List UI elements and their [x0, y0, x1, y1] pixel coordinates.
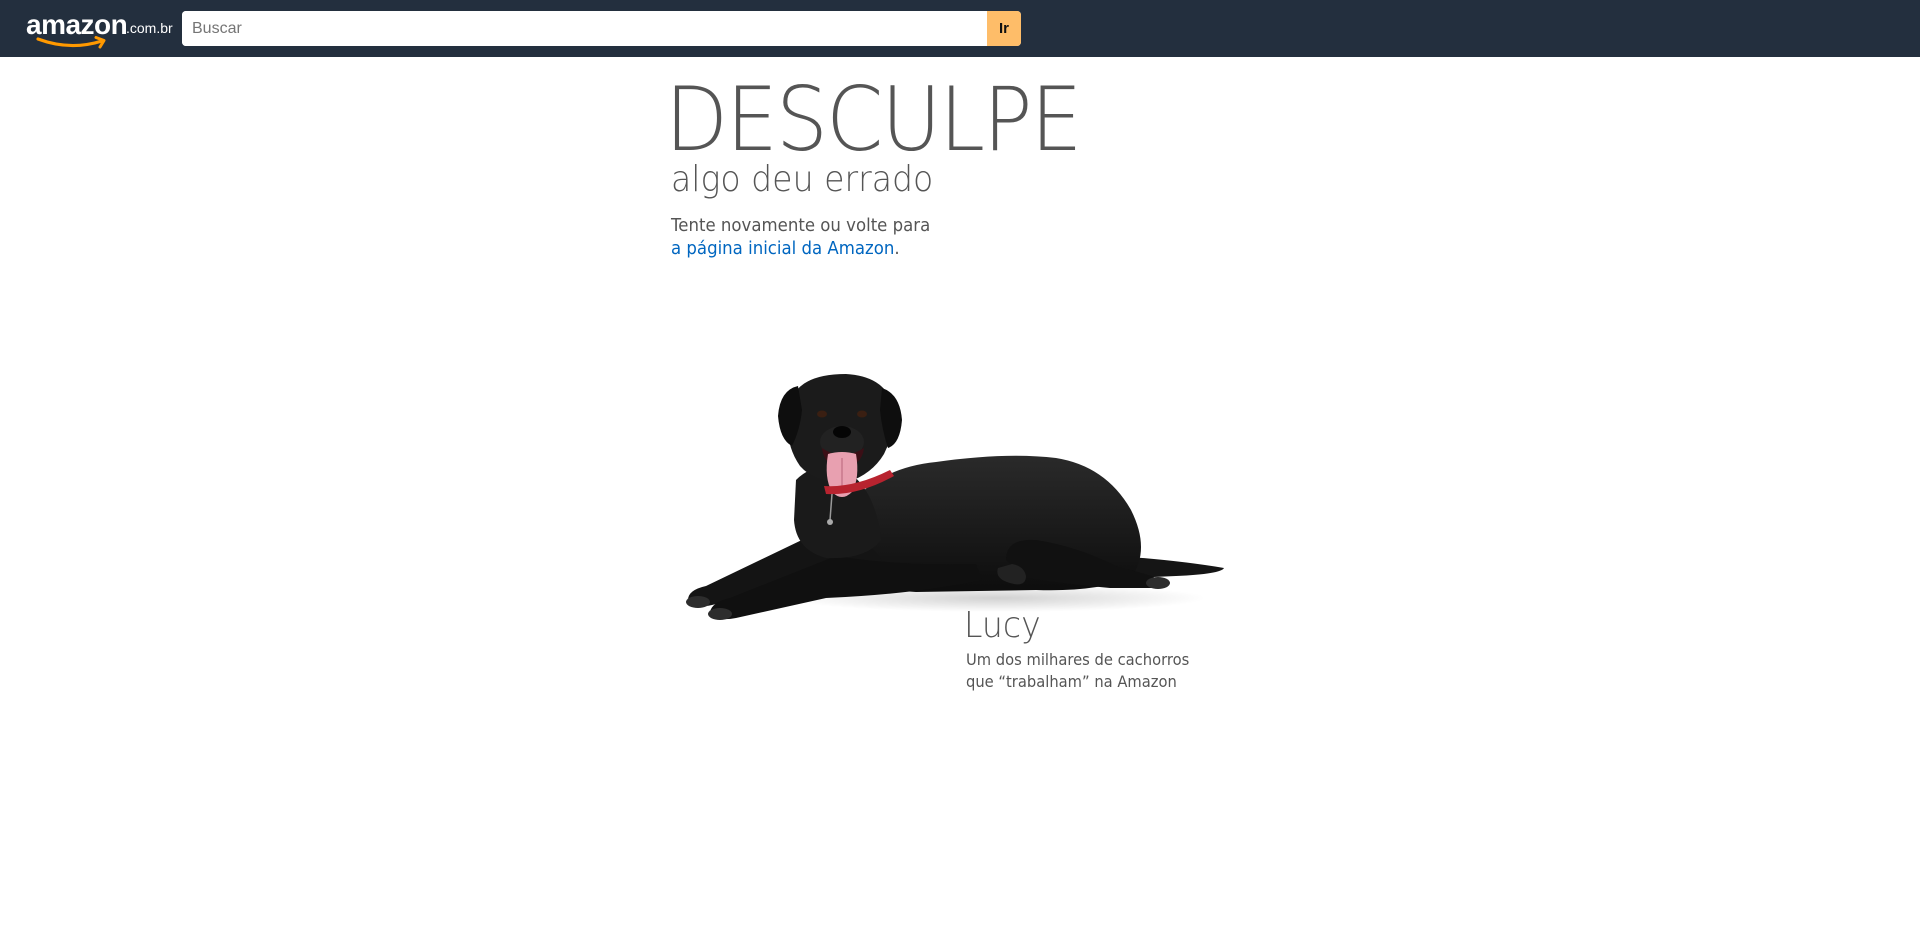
- logo-wordmark: amazon: [26, 9, 128, 40]
- message-period: .: [894, 238, 900, 259]
- error-message-link-line: a página inicial da Amazon.: [671, 237, 930, 260]
- dog-illustration: [686, 374, 1224, 620]
- search-input[interactable]: [182, 11, 987, 46]
- amazon-smile-icon: [36, 36, 106, 49]
- dog-name: Lucy: [964, 605, 1041, 646]
- dog-caption: Um dos milhares de cachorros que “trabal…: [966, 649, 1189, 693]
- home-page-link[interactable]: a página inicial da Amazon: [671, 238, 894, 259]
- dog-caption-line: Um dos milhares de cachorros: [966, 650, 1190, 669]
- error-message-line: Tente novamente ou volte para: [671, 215, 931, 236]
- search-go-button[interactable]: Ir: [987, 11, 1021, 46]
- error-message: Tente novamente ou volte para a página i…: [671, 214, 930, 260]
- dog-caption-line: que “trabalham” na Amazon: [966, 672, 1177, 691]
- error-headline: DESCULPE: [665, 68, 1082, 171]
- search-form: Ir: [182, 11, 1021, 46]
- amazon-logo[interactable]: amazon .com.br: [26, 9, 173, 49]
- error-subheadline: algo deu errado: [671, 159, 934, 200]
- logo-domain-suffix: .com.br: [126, 20, 173, 36]
- top-nav-bar: amazon .com.br Ir: [0, 0, 1920, 57]
